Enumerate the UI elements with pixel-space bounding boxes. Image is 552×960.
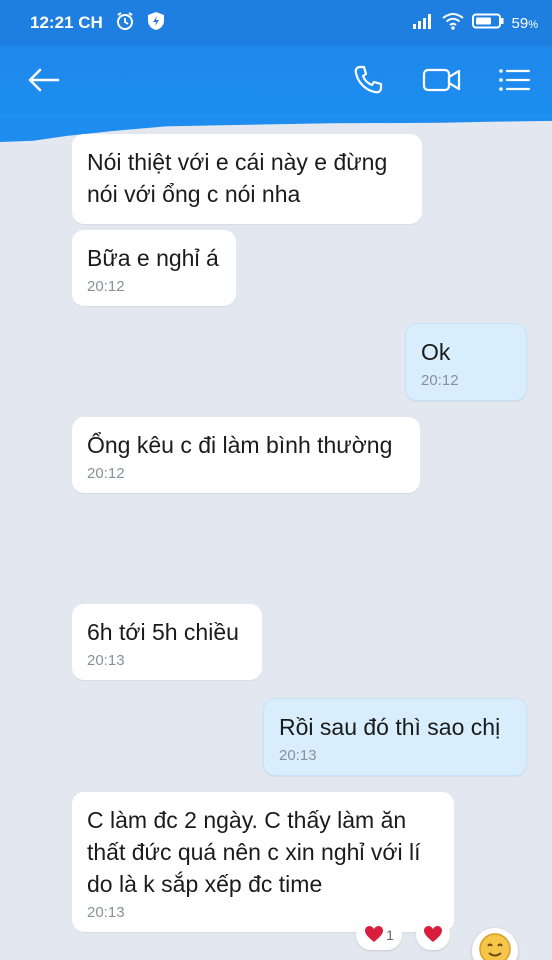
message-text: Ok <box>421 339 451 365</box>
message-text: 6h tới 5h chiều <box>87 619 239 645</box>
message-incoming[interactable]: Ổng kêu c đi làm bình thường 20:12 <box>72 417 420 493</box>
message-incoming[interactable]: 6h tới 5h chiều 20:13 <box>72 604 262 680</box>
heart-icon <box>364 925 384 946</box>
status-bar: 12:21 CH 59% <box>0 0 552 46</box>
phone-icon[interactable] <box>346 60 390 100</box>
message-text: C làm đc 2 ngày. C thấy làm ăn <box>87 807 407 833</box>
back-arrow-icon[interactable] <box>22 60 66 100</box>
emoji-button[interactable] <box>472 928 518 960</box>
wifi-icon <box>441 12 464 34</box>
status-time: 12:21 CH <box>30 13 103 32</box>
message-time: 20:12 <box>87 465 125 482</box>
message-time: 20:13 <box>279 747 317 764</box>
message-text: thất đức quá nên c xin nghỉ với lí <box>87 839 421 865</box>
chat-header <box>0 46 552 118</box>
message-time: 20:13 <box>87 652 125 669</box>
smiley-icon <box>478 932 512 960</box>
menu-list-icon[interactable] <box>492 60 536 100</box>
message-text: Ổng kêu c đi làm bình thường <box>87 432 393 458</box>
shield-icon <box>147 11 165 36</box>
reaction-count: 1 <box>386 927 394 943</box>
message-incoming[interactable]: Bữa e nghỉ á 20:12 <box>72 230 236 306</box>
video-camera-icon[interactable] <box>418 60 466 100</box>
message-text: Rồi sau đó thì sao chị <box>279 714 501 740</box>
alarm-icon <box>115 11 135 36</box>
message-text: do là k sắp xếp đc time <box>87 871 323 897</box>
message-time: 20:12 <box>87 278 125 295</box>
message-incoming[interactable]: C làm đc 2 ngày. C thấy làm ăn thất đức … <box>72 792 454 932</box>
message-outgoing[interactable]: Rồi sau đó thì sao chị 20:13 <box>263 698 527 776</box>
battery-icon <box>471 13 504 33</box>
message-outgoing[interactable]: Ok 20:12 <box>405 323 527 401</box>
message-time: 20:12 <box>421 372 459 389</box>
message-text: Nói thiệt với e cái này e đừng <box>87 149 388 175</box>
heart-icon <box>423 925 443 946</box>
react-heart-button[interactable] <box>416 920 450 950</box>
signal-icon <box>412 13 434 33</box>
reaction-summary[interactable]: 1 <box>356 920 402 950</box>
battery-percent: 59% <box>511 14 538 32</box>
message-text: Bữa e nghỉ á <box>87 245 219 271</box>
message-incoming[interactable]: Nói thiệt với e cái này e đừng nói với ổ… <box>72 134 422 224</box>
message-text: nói với ổng c nói nha <box>87 181 301 207</box>
